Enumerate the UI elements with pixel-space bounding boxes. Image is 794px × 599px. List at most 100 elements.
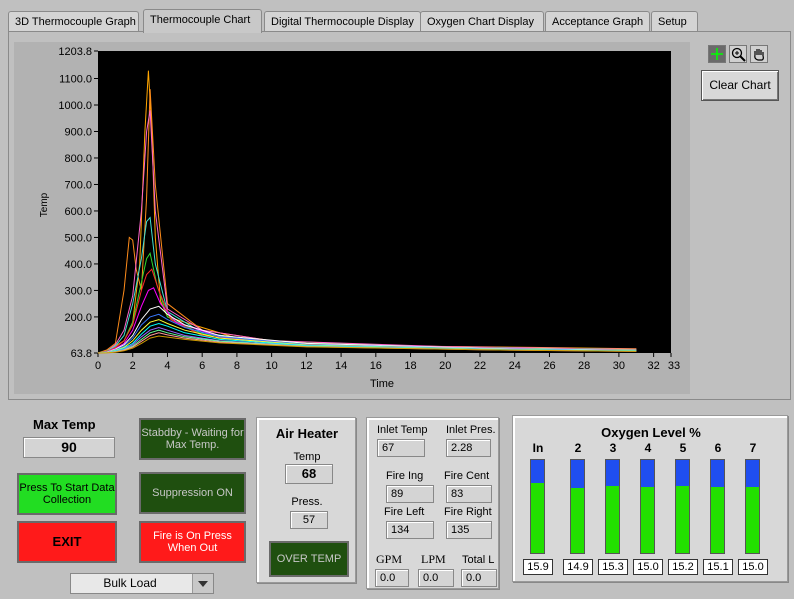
tab-thermocouple-chart[interactable]: Thermocouple Chart xyxy=(143,9,262,33)
oxygen-bar-label: 2 xyxy=(574,441,582,455)
inlet-pres-value: 2.28 xyxy=(446,439,491,457)
crosshair-cursor-icon[interactable] xyxy=(708,45,726,63)
oxygen-bar-empty xyxy=(711,460,724,487)
oxygen-value: 15.9 xyxy=(523,559,553,575)
oxygen-bar-label: 4 xyxy=(644,441,652,455)
y-tick-label: 900.0 xyxy=(64,126,92,138)
oxygen-value: 15.1 xyxy=(703,559,733,575)
oxygen-title: Oxygen Level % xyxy=(601,425,701,440)
oxygen-bar-label: 6 xyxy=(714,441,722,455)
oxygen-bar-label: 3 xyxy=(609,441,617,455)
oxygen-value: 15.0 xyxy=(633,559,663,575)
x-tick-label: 22 xyxy=(474,360,486,372)
oxygen-value: 15.0 xyxy=(738,559,768,575)
clear-chart-button[interactable]: Clear Chart xyxy=(701,70,779,101)
y-axis-label: Temp xyxy=(39,192,50,217)
air-heater-temp-value: 68 xyxy=(285,464,333,484)
lpm-label: LPM xyxy=(421,552,446,566)
oxygen-level-bar xyxy=(640,459,655,554)
oxygen-level-bar xyxy=(530,459,545,554)
suppression-button[interactable]: Suppression ON xyxy=(139,472,246,514)
x-tick-label: 2 xyxy=(130,360,136,372)
fire-cent-value: 83 xyxy=(446,485,492,503)
inlet-temp-label: Inlet Temp xyxy=(377,424,428,436)
x-tick-label: 33 xyxy=(668,360,680,372)
x-tick-label: 32 xyxy=(648,360,660,372)
x-tick-label: 26 xyxy=(543,360,555,372)
fire-left-value: 134 xyxy=(386,521,434,539)
oxygen-level-bar xyxy=(570,459,585,554)
x-tick-label: 10 xyxy=(266,360,278,372)
fire-cent-label: Fire Cent xyxy=(444,470,490,482)
air-heater-panel: Air Heater Temp 68 Press. 57 OVER TEMP xyxy=(256,417,356,583)
y-tick-label: 200.0 xyxy=(64,312,92,324)
load-select-value: Bulk Load xyxy=(103,576,157,590)
x-tick-label: 4 xyxy=(164,360,170,372)
air-heater-press-label: Press. xyxy=(291,496,323,508)
oxygen-bar-empty xyxy=(606,460,619,486)
x-tick-label: 16 xyxy=(370,360,382,372)
oxygen-bar-empty xyxy=(571,460,584,488)
y-tick-label: 400.0 xyxy=(64,259,92,271)
oxygen-level-bar xyxy=(745,459,760,554)
air-heater-temp-label: Temp xyxy=(293,451,321,463)
oxygen-value: 14.9 xyxy=(563,559,593,575)
y-tick-label: 500.0 xyxy=(64,232,92,244)
x-tick-label: 20 xyxy=(439,360,451,372)
air-heater-press-value: 57 xyxy=(290,511,328,529)
inlet-temp-value: 67 xyxy=(377,439,425,457)
oxygen-bar-label: 7 xyxy=(749,441,757,455)
y-tick-label: 700.0 xyxy=(64,179,92,191)
oxygen-value: 15.3 xyxy=(598,559,628,575)
oxygen-bar-empty xyxy=(746,460,759,487)
y-axis: 63.8 200.0 300.0 400.0 500.0 600.0 700.0 800.0 9… xyxy=(58,46,98,360)
fire-ing-value: 89 xyxy=(386,485,434,503)
fire-on-button[interactable]: Fire is On Press When Out xyxy=(139,521,246,563)
oxygen-bar-empty xyxy=(676,460,689,486)
oxygen-bar-label: In xyxy=(532,441,544,455)
zoom-icon[interactable] xyxy=(729,45,747,63)
graph-palette xyxy=(707,45,771,63)
fire-ing-label: Fire Ing xyxy=(386,470,424,482)
fire-right-value: 135 xyxy=(446,521,492,539)
plot-area xyxy=(98,51,671,353)
fire-right-label: Fire Right xyxy=(444,506,492,518)
y-tick-label: 300.0 xyxy=(64,285,92,297)
x-tick-label: 30 xyxy=(613,360,625,372)
exit-button[interactable]: EXIT xyxy=(17,521,117,563)
x-axis: 0 2 4 6 8 10 12 14 16 18 20 22 24 26 28 30 32 33 xyxy=(95,353,680,372)
x-tick-label: 6 xyxy=(199,360,205,372)
x-tick-label: 8 xyxy=(234,360,240,372)
y-tick-label: 800.0 xyxy=(64,153,92,165)
thermocouple-chart[interactable]: 63.8 200.0 300.0 400.0 500.0 600.0 700.0 800.0 9… xyxy=(0,0,794,400)
air-heater-title: Air Heater xyxy=(275,426,339,441)
total-label: Total L xyxy=(462,554,495,566)
gpm-value: 0.0 xyxy=(375,569,409,587)
over-temp-indicator: OVER TEMP xyxy=(269,541,349,577)
readings-panel: Inlet Temp 67 Inlet Pres. 2.28 Fire Ing … xyxy=(366,417,499,589)
x-tick-label: 18 xyxy=(404,360,416,372)
standby-indicator[interactable]: Stabdby - Waiting for Max Temp. xyxy=(139,418,246,460)
max-temp-value: 90 xyxy=(23,437,115,458)
oxygen-bar-empty xyxy=(641,460,654,487)
y-tick-label: 63.8 xyxy=(71,348,92,360)
lpm-value: 0.0 xyxy=(418,569,454,587)
oxygen-bar-label: 5 xyxy=(679,441,687,455)
oxygen-bar-empty xyxy=(531,460,544,483)
oxygen-level-bar xyxy=(675,459,690,554)
load-select[interactable]: Bulk Load xyxy=(70,573,214,594)
x-tick-label: 14 xyxy=(335,360,347,372)
oxygen-level-bar xyxy=(605,459,620,554)
x-tick-label: 24 xyxy=(509,360,521,372)
y-tick-label: 1000.0 xyxy=(58,100,92,112)
oxygen-level-bar xyxy=(710,459,725,554)
y-tick-label: 1100.0 xyxy=(59,73,92,85)
start-data-collection-button[interactable]: Press To Start Data Collection xyxy=(17,473,117,515)
y-tick-label: 1203.8 xyxy=(58,46,92,58)
x-tick-label: 28 xyxy=(578,360,590,372)
chevron-down-icon[interactable] xyxy=(192,574,213,593)
pan-hand-icon[interactable] xyxy=(750,45,768,63)
total-value: 0.0 xyxy=(461,569,497,587)
fire-left-label: Fire Left xyxy=(384,506,425,518)
x-axis-label: Time xyxy=(370,378,394,390)
